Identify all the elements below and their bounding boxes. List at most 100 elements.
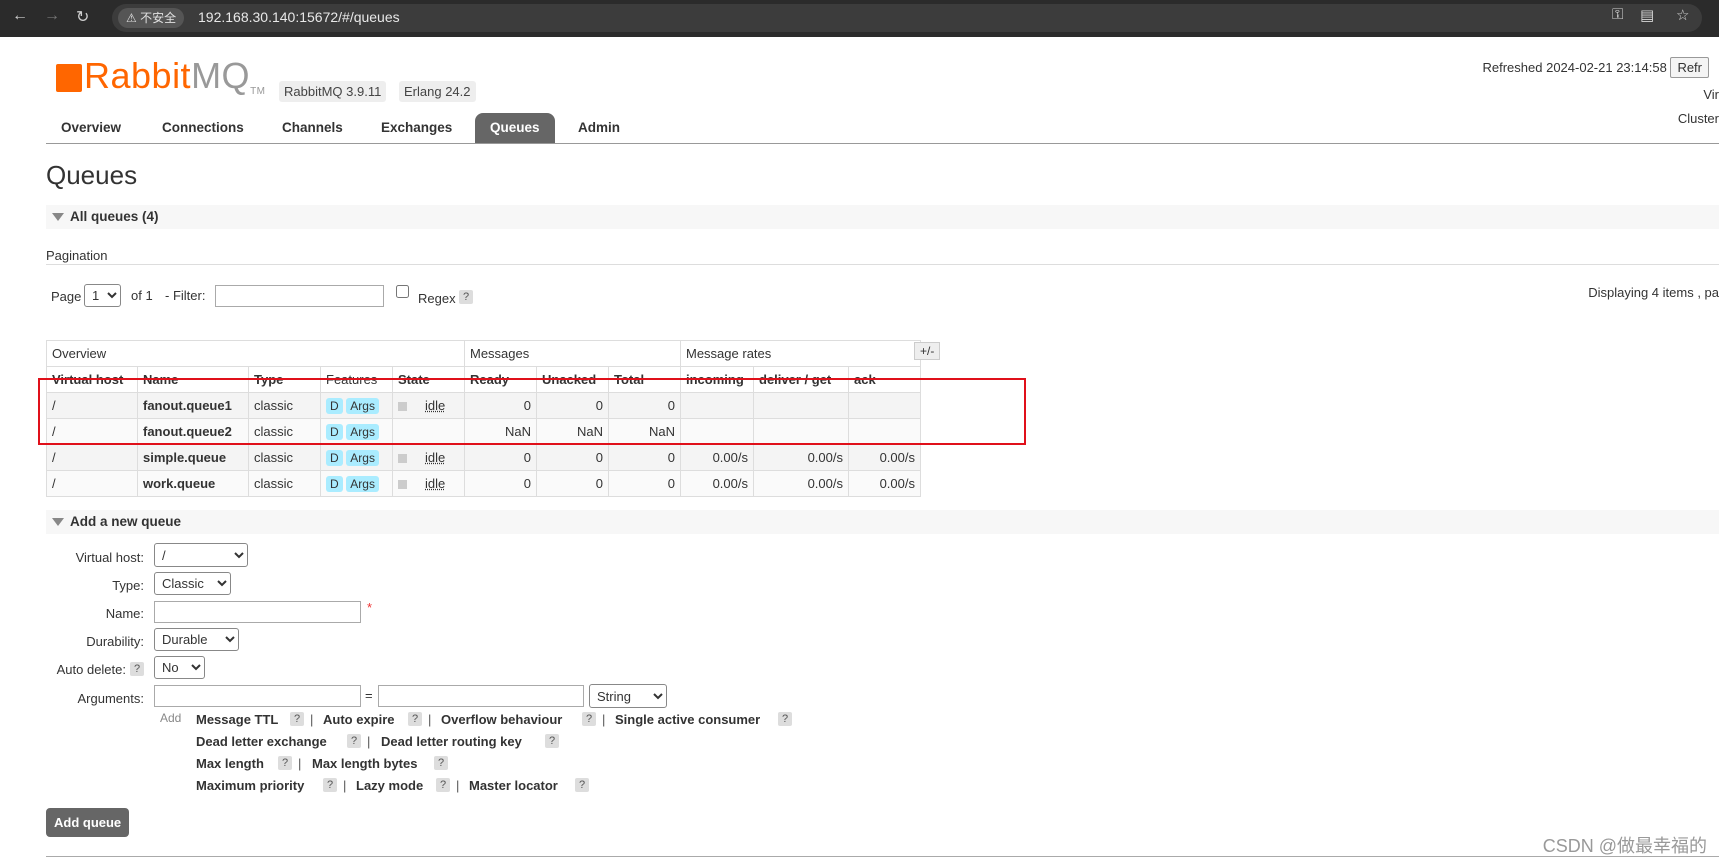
arg-single-active-consumer[interactable]: Single active consumer: [615, 712, 760, 727]
virtual-host-select[interactable]: /: [154, 543, 248, 567]
queue-name-link[interactable]: work.queue: [137, 470, 249, 497]
arg-dead-letter-exchange[interactable]: Dead letter exchange: [196, 734, 327, 749]
cell-ready: 0: [464, 444, 537, 471]
auto-delete-label: Auto delete:: [56, 662, 126, 677]
table-row[interactable]: / simple.queue classic D Args idle 0 0 0…: [46, 444, 921, 471]
virtual-host-label: Vir: [1703, 87, 1719, 102]
auto-delete-select[interactable]: No: [154, 656, 205, 679]
type-select[interactable]: Classic: [154, 572, 231, 595]
arg-max-length[interactable]: Max length: [196, 756, 264, 771]
security-label: 不安全: [140, 11, 177, 25]
tab-admin[interactable]: Admin: [563, 113, 635, 143]
filter-input[interactable]: [215, 285, 384, 307]
translate-icon[interactable]: ▤: [1640, 6, 1654, 24]
browser-toolbar: ← → ↻ ⚠ 不安全 192.168.30.140:15672/#/queue…: [0, 0, 1719, 37]
help-icon[interactable]: ?: [290, 712, 305, 726]
cell-incoming: 0.00/s: [680, 444, 754, 471]
url-text[interactable]: 192.168.30.140:15672/#/queues: [198, 9, 400, 25]
group-message-rates: Message rates: [680, 340, 921, 367]
cell-deliver: 0.00/s: [753, 444, 849, 471]
arg-maximum-priority[interactable]: Maximum priority: [196, 778, 304, 793]
separator: |: [310, 712, 314, 727]
help-icon[interactable]: ?: [582, 712, 597, 726]
cell-vhost: /: [46, 444, 138, 471]
forward-arrow-icon[interactable]: →: [44, 7, 60, 25]
tab-connections[interactable]: Connections: [147, 113, 259, 143]
arg-lazy-mode[interactable]: Lazy mode: [356, 778, 423, 793]
cell-state: idle: [392, 470, 465, 497]
help-icon[interactable]: ?: [278, 756, 293, 770]
state-indicator-icon: [398, 480, 407, 490]
pagination-label: Pagination: [46, 248, 108, 263]
state-text: idle: [425, 450, 446, 465]
name-label: Name:: [105, 606, 144, 621]
arg-dead-letter-routing-key[interactable]: Dead letter routing key: [381, 734, 522, 749]
key-icon[interactable]: ⚿: [1612, 6, 1623, 23]
regex-checkbox[interactable]: [396, 285, 409, 298]
arguments-label: Arguments:: [77, 691, 144, 706]
version-badge: RabbitMQ 3.9.11: [279, 81, 387, 102]
help-icon[interactable]: ?: [436, 778, 451, 792]
all-queues-toggle[interactable]: All queues (4): [46, 205, 1719, 229]
add-queue-toggle[interactable]: Add a new queue: [46, 510, 1719, 534]
arg-max-length-bytes[interactable]: Max length bytes: [312, 756, 417, 771]
cell-features: D Args: [320, 444, 393, 471]
tab-queues[interactable]: Queues: [475, 113, 555, 143]
arg-message-ttl[interactable]: Message TTL: [196, 712, 278, 727]
highlight-box: [38, 378, 1026, 445]
auto-delete-help[interactable]: ?: [130, 662, 145, 676]
argument-key-input[interactable]: [154, 685, 361, 707]
cell-deliver: 0.00/s: [753, 470, 849, 497]
page-title: Queues: [46, 160, 138, 190]
argument-value-input[interactable]: [378, 685, 584, 707]
address-bar[interactable]: ⚠ 不安全 192.168.30.140:15672/#/queues: [112, 4, 1702, 32]
help-icon[interactable]: ?: [408, 712, 423, 726]
collapse-triangle-icon: [52, 518, 64, 527]
args-badge[interactable]: Args: [346, 449, 379, 466]
tab-exchanges[interactable]: Exchanges: [366, 113, 467, 143]
separator: |: [602, 712, 606, 727]
regex-label: Regex: [418, 291, 456, 306]
arg-overflow-behaviour[interactable]: Overflow behaviour: [441, 712, 562, 727]
logo-tm: TM: [250, 86, 266, 97]
help-icon[interactable]: ?: [575, 778, 590, 792]
state-indicator-icon: [398, 454, 407, 464]
argument-type-select[interactable]: String: [589, 684, 667, 708]
bookmark-star-icon[interactable]: ☆: [1676, 6, 1689, 24]
arg-master-locator[interactable]: Master locator: [469, 778, 558, 793]
help-icon[interactable]: ?: [434, 756, 449, 770]
tab-overview[interactable]: Overview: [46, 113, 136, 143]
reload-icon[interactable]: ↻: [76, 7, 89, 27]
tab-channels[interactable]: Channels: [267, 113, 358, 143]
queue-name-input[interactable]: [154, 601, 361, 623]
queue-name-link[interactable]: simple.queue: [137, 444, 249, 471]
separator: |: [343, 778, 347, 793]
args-badge[interactable]: Args: [346, 475, 379, 492]
add-queue-button[interactable]: Add queue: [46, 808, 130, 837]
page-select[interactable]: 1: [84, 284, 121, 307]
regex-help[interactable]: ?: [459, 290, 474, 304]
help-icon[interactable]: ?: [347, 734, 362, 748]
refresh-button[interactable]: Refr: [1670, 57, 1709, 78]
cell-type: classic: [248, 470, 321, 497]
arg-auto-expire[interactable]: Auto expire: [323, 712, 395, 727]
durability-select[interactable]: Durable: [154, 628, 239, 651]
help-icon[interactable]: ?: [778, 712, 793, 726]
table-row[interactable]: / work.queue classic D Args idle 0 0 0 0…: [46, 470, 921, 497]
cluster-label: Cluster: [1677, 111, 1719, 126]
csdn-watermark: CSDN @做最幸福的: [1542, 836, 1707, 856]
add-argument-label[interactable]: Add: [160, 711, 181, 725]
columns-toggle-button[interactable]: +/-: [914, 342, 941, 360]
displaying-text: Displaying 4 items , pa: [1588, 285, 1719, 300]
rabbitmq-logo: RabbitMQTM: [56, 55, 266, 97]
help-icon[interactable]: ?: [323, 778, 338, 792]
state-text: idle: [425, 476, 446, 491]
erlang-badge: Erlang 24.2: [399, 81, 476, 102]
refreshed-text: Refreshed 2024-02-21 23:14:58: [1482, 60, 1667, 75]
help-icon[interactable]: ?: [545, 734, 560, 748]
back-arrow-icon[interactable]: ←: [12, 7, 28, 25]
add-queue-title: Add a new queue: [70, 514, 182, 529]
cell-total: 0: [608, 470, 681, 497]
security-badge[interactable]: ⚠ 不安全: [118, 8, 185, 28]
separator: |: [367, 734, 371, 749]
